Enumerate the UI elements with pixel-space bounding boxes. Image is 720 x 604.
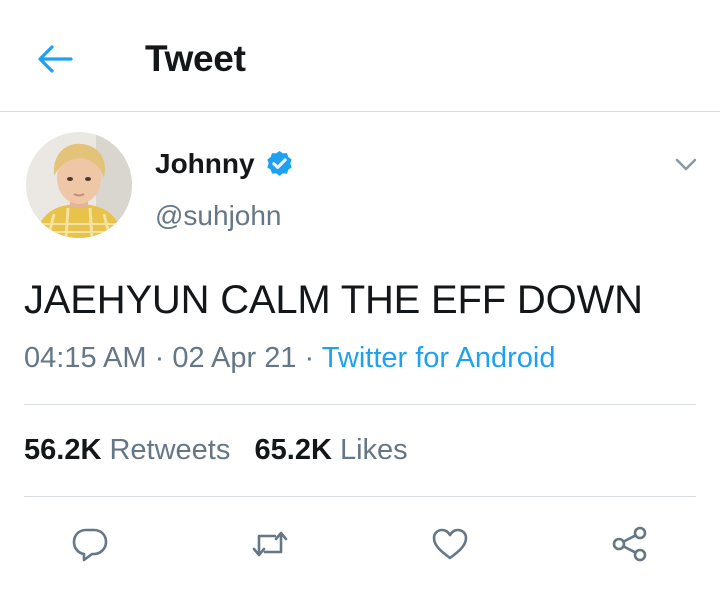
author-row[interactable]: Johnny [155,148,295,180]
verified-badge-icon [264,149,295,180]
more-options-button[interactable] [672,150,700,178]
author-name[interactable]: Johnny [155,148,255,180]
share-icon [612,526,647,562]
back-button[interactable] [34,38,76,80]
tweet-date: 02 Apr 21 [172,342,297,374]
meta-separator: · [154,342,165,374]
top-bar: Tweet [0,0,720,112]
share-button[interactable] [610,524,650,564]
reply-icon [72,528,108,562]
likes-stat[interactable]: 65.2K Likes [255,434,408,466]
retweets-stat[interactable]: 56.2K Retweets [24,434,230,466]
retweets-count: 56.2K [24,434,102,466]
meta-separator: · [304,342,315,374]
retweet-button[interactable] [250,524,290,564]
retweet-icon [252,531,288,557]
back-arrow-icon [38,45,73,73]
reply-button[interactable] [70,524,110,564]
author-handle[interactable]: @suhjohn [155,200,282,232]
like-button[interactable] [430,524,470,564]
chevron-down-icon [675,158,697,171]
tweet-time: 04:15 AM [24,342,147,374]
likes-count: 65.2K [254,434,332,466]
divider [24,404,696,405]
tweet-meta: 04:15 AM · 02 Apr 21 · Twitter for Andro… [24,342,555,375]
like-icon [432,528,468,560]
retweets-label: Retweets [109,434,231,466]
tweet-source-link[interactable]: Twitter for Android [322,342,556,374]
page-title: Tweet [145,38,246,79]
engagement-stats: 56.2K Retweets 65.2K Likes [24,434,408,467]
tweet-text: JAEHYUN CALM THE EFF DOWN [24,278,643,322]
avatar[interactable] [26,132,132,238]
likes-label: Likes [339,434,408,466]
divider [24,496,696,497]
